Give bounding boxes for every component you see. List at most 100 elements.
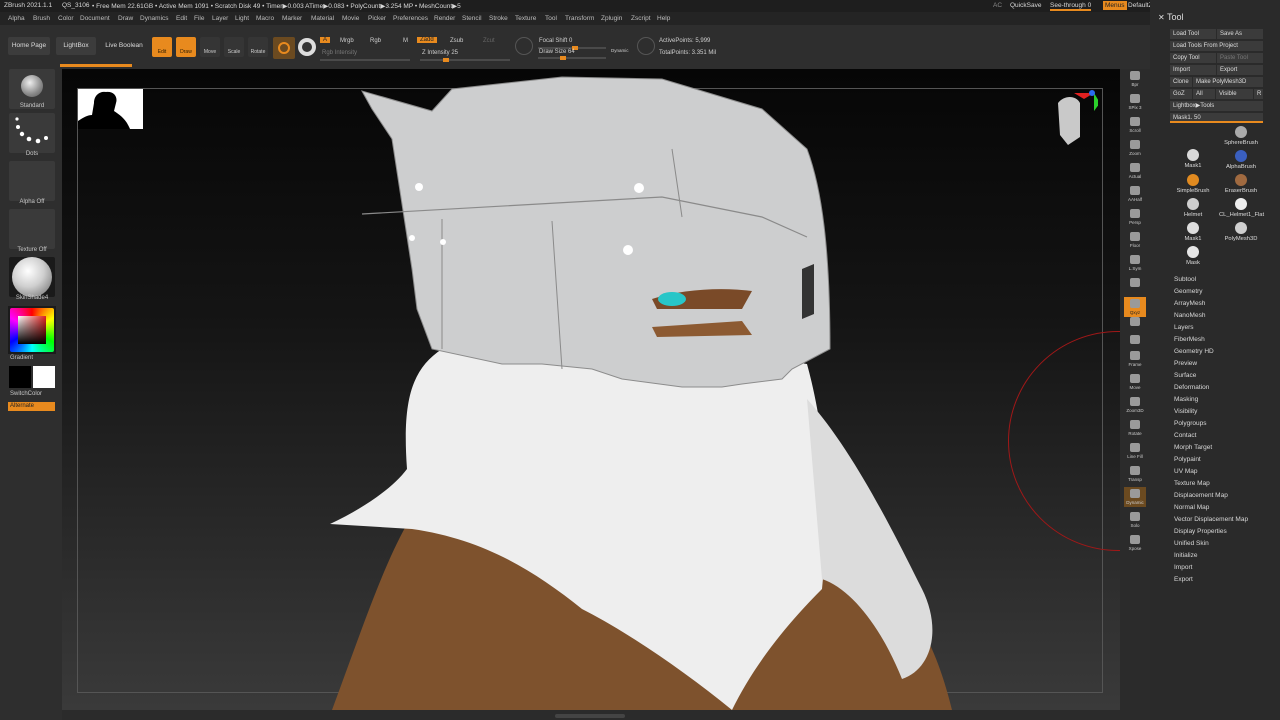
menu-picker[interactable]: Picker [368,15,386,22]
menu-alpha[interactable]: Alpha [8,15,25,22]
focal-shift-slider[interactable]: Focal Shift 0 [539,38,572,44]
subpalette-texture-map[interactable]: Texture Map [1174,480,1210,487]
material-thumbnail[interactable] [9,257,55,297]
menu-stencil[interactable]: Stencil [462,15,482,22]
dynamic-toggle[interactable]: Dynamic [611,48,629,53]
z-intensity-handle[interactable] [443,58,449,62]
rgb-intensity-slider[interactable]: Rgb Intensity [322,50,357,56]
navigation-cube[interactable] [1054,89,1098,149]
shelf-zoom-button[interactable]: Zoom [1124,138,1146,158]
menu-help[interactable]: Help [657,15,670,22]
clone-button[interactable]: Clone [1170,77,1192,87]
zcut-button[interactable]: Zcut [483,38,495,44]
shelf-l-sym-button[interactable]: L.Sym [1124,253,1146,273]
shelf-qxyz-button[interactable]: Qxyz [1124,297,1146,317]
shelf-move-button[interactable]: Move [1124,372,1146,392]
scale-button[interactable]: Scale [224,37,244,57]
alpha-thumbnail[interactable] [9,161,55,201]
menu-color[interactable]: Color [58,15,74,22]
shelf-xpose-button[interactable]: Xpose [1124,533,1146,553]
goz-all-button[interactable]: All [1193,89,1215,99]
menu-tool[interactable]: Tool [545,15,557,22]
import-tool-button[interactable]: Import [1170,65,1216,75]
edit-button[interactable]: Edit [152,37,172,57]
menus-toggle[interactable]: Menus [1103,1,1127,10]
subpalette-deformation[interactable]: Deformation [1174,384,1209,391]
menu-macro[interactable]: Macro [256,15,274,22]
tool-tile[interactable]: Mask1 [1171,147,1215,169]
rgb-button[interactable]: Rgb [370,38,381,44]
subpalette-subtool[interactable]: Subtool [1174,276,1196,283]
draw-button[interactable]: Draw [176,37,196,57]
saturation-square[interactable] [18,316,46,344]
zadd-button[interactable]: Zadd [417,37,437,43]
tool-tile[interactable]: EraserBrush [1219,172,1263,194]
subpalette-geometry-hd[interactable]: Geometry HD [1174,348,1214,355]
menu-movie[interactable]: Movie [342,15,359,22]
draw-size-handle[interactable] [560,56,566,60]
tool-tile[interactable]: Mask1 [1171,220,1215,242]
export-tool-button[interactable]: Export [1217,65,1263,75]
shelf-dynamic-button[interactable]: Dynamic [1124,487,1146,507]
menu-preferences[interactable]: Preferences [393,15,428,22]
menu-render[interactable]: Render [434,15,455,22]
load-tools-from-project-button[interactable]: Load Tools From Project [1170,41,1263,51]
subpalette-masking[interactable]: Masking [1174,396,1198,403]
move-button[interactable]: Move [200,37,220,57]
goz-r-button[interactable]: R [1254,89,1263,99]
shelf-rotate-button[interactable]: Rotate [1124,418,1146,438]
shelf-blank-9-button[interactable] [1124,276,1146,296]
subpalette-import[interactable]: Import [1174,564,1192,571]
subpalette-surface[interactable]: Surface [1174,372,1196,379]
menu-texture[interactable]: Texture [515,15,536,22]
secondary-color-swatch[interactable] [33,366,55,388]
shelf-zoom3d-button[interactable]: Zoom3D [1124,395,1146,415]
live-boolean-button[interactable]: Live Boolean [102,37,146,55]
load-tool-button[interactable]: Load Tool [1170,29,1216,39]
shelf-blank-11-button[interactable] [1124,315,1146,335]
menu-zscript[interactable]: Zscript [631,15,651,22]
texture-thumbnail[interactable] [9,209,55,249]
subpalette-normal-map[interactable]: Normal Map [1174,504,1209,511]
menu-stroke[interactable]: Stroke [489,15,508,22]
subpalette-visibility[interactable]: Visibility [1174,408,1197,415]
shelf-aahalf-button[interactable]: AAHalf [1124,184,1146,204]
menu-material[interactable]: Material [311,15,334,22]
menu-zplugin[interactable]: Zplugin [601,15,622,22]
tool-tile[interactable]: SphereBrush [1219,124,1263,146]
menu-brush[interactable]: Brush [33,15,50,22]
stroke-thumbnail[interactable] [9,113,55,153]
rotate-button[interactable]: Rotate [248,37,268,57]
gizmo-button[interactable] [273,37,295,59]
shelf-persp-button[interactable]: Persp [1124,207,1146,227]
subpalette-morph-target[interactable]: Morph Target [1174,444,1212,451]
subpalette-geometry[interactable]: Geometry [1174,288,1203,295]
tool-tile[interactable]: PolyMesh3D [1219,220,1263,242]
shelf-bpr-button[interactable]: Bpr [1124,69,1146,89]
shelf-line-fill-button[interactable]: Line Fill [1124,441,1146,461]
draw-size-track[interactable] [538,56,606,60]
tool-tile[interactable]: SimpleBrush [1171,172,1215,194]
ac-toggle[interactable]: AC [993,2,1002,9]
subpalette-preview[interactable]: Preview [1174,360,1197,367]
tool-tile[interactable]: Mask [1171,244,1215,266]
menu-light[interactable]: Light [235,15,249,22]
rgb-intensity-track[interactable] [320,59,410,61]
subpalette-polygroups[interactable]: Polygroups [1174,420,1207,427]
mask-slider[interactable]: Mask1. 50 [1170,113,1263,123]
subpalette-arraymesh[interactable]: ArrayMesh [1174,300,1205,307]
subpalette-nanomesh[interactable]: NanoMesh [1174,312,1205,319]
subpalette-vector-displacement-map[interactable]: Vector Displacement Map [1174,516,1248,523]
goz-visible-button[interactable]: Visible [1216,89,1253,99]
z-intensity-slider[interactable]: Z Intensity 25 [422,50,458,56]
a-channel-button[interactable]: A [320,37,331,43]
z-intensity-track[interactable] [420,58,510,62]
subpalette-displacement-map[interactable]: Displacement Map [1174,492,1228,499]
bottom-tray-handle[interactable] [555,714,625,718]
subpalette-contact[interactable]: Contact [1174,432,1196,439]
menu-edit[interactable]: Edit [176,15,187,22]
see-through-slider[interactable]: See-through 0 [1050,2,1092,11]
color-picker[interactable] [8,306,56,354]
tool-tile[interactable]: CL_Helmet1_Flat [1219,196,1264,218]
tool-tile[interactable]: Helmet [1171,196,1215,218]
